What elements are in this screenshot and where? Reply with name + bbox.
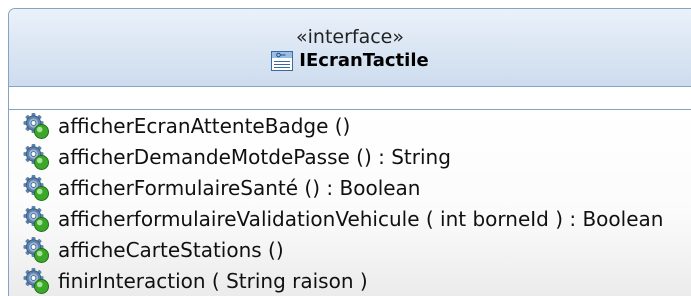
stereotype-label: «interface» xyxy=(296,26,404,48)
operation-row[interactable]: afficherFormulaireSanté () : Boolean xyxy=(9,172,691,203)
operations-compartment: afficherEcranAttenteBadge () afficherDem… xyxy=(9,110,691,296)
operation-icon xyxy=(22,205,50,233)
interface-class-box[interactable]: «interface» IEcranTactile afficherEcranA… xyxy=(8,8,691,296)
operation-label: afficherEcranAttenteBadge () xyxy=(58,113,351,138)
operation-label: afficherFormulaireSanté () : Boolean xyxy=(58,175,421,200)
operation-icon xyxy=(22,267,50,295)
operation-icon xyxy=(22,112,50,140)
diagram-canvas: «interface» IEcranTactile afficherEcranA… xyxy=(0,0,691,296)
operation-row[interactable]: finirInteraction ( String raison ) xyxy=(9,265,691,296)
operation-row[interactable]: afficherEcranAttenteBadge () xyxy=(9,110,691,141)
class-name-row: IEcranTactile xyxy=(9,50,691,72)
class-header[interactable]: «interface» IEcranTactile xyxy=(9,9,691,87)
operation-icon xyxy=(22,236,50,264)
attributes-compartment[interactable] xyxy=(9,87,691,110)
operation-label: afficherformulaireValidationVehicule ( i… xyxy=(58,206,664,231)
operation-icon xyxy=(22,174,50,202)
operation-label: finirInteraction ( String raison ) xyxy=(58,268,368,293)
operation-row[interactable]: afficheCarteStations () xyxy=(9,234,691,265)
operation-row[interactable]: afficherDemandeMotdePasse () : String xyxy=(9,141,691,172)
class-name: IEcranTactile xyxy=(299,50,429,71)
operation-row[interactable]: afficherformulaireValidationVehicule ( i… xyxy=(9,203,691,234)
operation-label: afficheCarteStations () xyxy=(58,237,284,262)
operation-label: afficherDemandeMotdePasse () : String xyxy=(58,144,451,169)
operation-icon xyxy=(22,143,50,171)
interface-icon xyxy=(271,51,294,71)
